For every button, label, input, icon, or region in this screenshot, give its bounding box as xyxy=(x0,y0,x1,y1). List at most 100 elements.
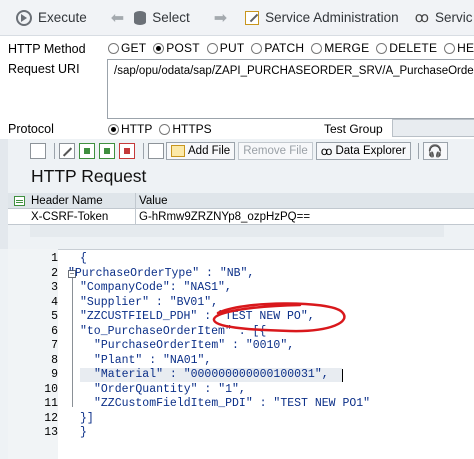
data-explorer-button[interactable]: ꝏ Data Explorer xyxy=(315,142,411,160)
radio-icon xyxy=(311,42,323,54)
http-method-label: HTTP Method xyxy=(8,42,86,56)
upload-icon[interactable] xyxy=(148,143,164,159)
radio-icon xyxy=(206,42,218,54)
line-number: 12 xyxy=(44,411,58,425)
line-number: 2 xyxy=(51,266,58,280)
protocol-radio-https[interactable]: HTTPS xyxy=(159,122,212,136)
remove-file-label: Remove File xyxy=(243,145,308,157)
radio-selected-icon xyxy=(153,42,165,54)
request-uri-field[interactable]: /sap/opu/odata/sap/ZAPI_PURCHASEORDER_SR… xyxy=(107,59,474,119)
table-settings-icon xyxy=(14,195,25,206)
table-row[interactable]: X-CSRF-Token G-hRmw9ZRZNYp8_ozpHzPQ== xyxy=(8,208,474,225)
radio-selected-icon xyxy=(108,123,119,135)
method-label: GET xyxy=(121,41,147,55)
headset-icon: 🎧 xyxy=(427,144,443,158)
radio-icon xyxy=(444,42,456,54)
code-line[interactable]: "Supplier" : "BV01", xyxy=(80,296,474,310)
test-group-field[interactable] xyxy=(392,119,474,137)
back-button[interactable]: ⬅ xyxy=(107,4,128,32)
table-empty-area xyxy=(30,225,444,237)
method-radio-post[interactable]: POST xyxy=(153,41,200,55)
code-line[interactable]: "Material" : "000000000000100031", xyxy=(94,368,474,382)
data-explorer-label: Data Explorer xyxy=(335,145,406,157)
code-line[interactable]: "CompanyCode": "NAS1", xyxy=(80,281,474,295)
find-icon[interactable] xyxy=(30,143,46,159)
method-label: POST xyxy=(166,41,200,55)
http-request-title: HTTP Request xyxy=(31,166,147,186)
http-method-radio-group: GET POST PUT PATCH MERGE DELETE HEAD xyxy=(108,41,474,55)
glasses-icon: ꝏ xyxy=(320,146,333,158)
protocol-label-https: HTTPS xyxy=(172,122,212,136)
method-radio-head[interactable]: HEAD xyxy=(444,41,474,55)
execute-label: Execute xyxy=(38,10,87,25)
line-number: 5 xyxy=(51,310,58,323)
edit-icon[interactable] xyxy=(59,143,75,159)
radio-icon xyxy=(376,42,388,54)
panel-side-strip xyxy=(0,139,8,249)
radio-icon xyxy=(108,42,119,54)
table-header-row: Header Name Value xyxy=(8,192,474,209)
glasses-icon: ꝏ xyxy=(414,9,429,25)
code-line[interactable]: "OrderQuantity" : "1", xyxy=(94,383,474,397)
protocol-label: Protocol xyxy=(8,122,54,136)
request-button-bar: Add File Remove File ꝏ Data Explorer 🎧 xyxy=(30,141,474,161)
line-number: 13 xyxy=(44,426,58,439)
column-header-value[interactable]: Value xyxy=(136,193,436,209)
code-line[interactable]: "PurchaseOrderItem" : "0010", xyxy=(94,339,474,353)
insert-row-icon[interactable] xyxy=(79,143,95,159)
method-radio-merge[interactable]: MERGE xyxy=(311,41,369,55)
service-label: Servic xyxy=(434,10,473,25)
select-label: Select xyxy=(152,10,190,25)
column-header-name[interactable]: Header Name xyxy=(28,192,136,209)
test-group-label: Test Group xyxy=(324,122,383,136)
add-file-label: Add File xyxy=(188,145,231,157)
header-value-cell[interactable]: G-hRmw9ZRZNYp8_ozpHzPQ== xyxy=(136,209,436,225)
method-label: DELETE xyxy=(389,41,438,55)
separator xyxy=(417,143,419,159)
code-line[interactable]: "ZZCUSTFIELD_PDH" : "TEST NEW PO", xyxy=(80,310,474,324)
method-radio-delete[interactable]: DELETE xyxy=(376,41,437,55)
method-radio-patch[interactable]: PATCH xyxy=(251,41,304,55)
add-file-button[interactable]: Add File xyxy=(166,142,236,160)
select-all-cell[interactable] xyxy=(8,195,28,206)
line-number: 7 xyxy=(51,339,58,352)
code-line[interactable]: "ZZCustomFieldItem_PDI" : "TEST NEW PO1" xyxy=(94,397,474,411)
line-number: 8 xyxy=(51,353,58,367)
code-line[interactable]: { xyxy=(80,252,474,266)
method-radio-get[interactable]: GET xyxy=(108,41,146,55)
request-header-table: Header Name Value X-CSRF-Token G-hRmw9ZR… xyxy=(8,192,474,225)
method-label: PUT xyxy=(219,41,245,55)
separator xyxy=(143,143,144,159)
method-radio-put[interactable]: PUT xyxy=(206,41,245,55)
header-name-cell[interactable]: X-CSRF-Token xyxy=(28,208,136,225)
service-button[interactable]: ꝏ Servic xyxy=(409,4,474,32)
text-cursor xyxy=(342,369,343,382)
remove-file-button[interactable]: Remove File xyxy=(238,142,313,160)
service-administration-label: Service Administration xyxy=(265,10,399,25)
code-line[interactable]: }] xyxy=(80,412,474,426)
code-line[interactable]: "to_PurchaseOrderItem" : [{ xyxy=(80,325,474,339)
line-number: 10 xyxy=(44,382,58,396)
append-row-icon[interactable] xyxy=(99,143,115,159)
protocol-label-http: HTTP xyxy=(121,122,153,136)
method-label: PATCH xyxy=(264,41,305,55)
code-line[interactable]: "PurchaseOrderType" : "NB", xyxy=(68,267,474,281)
select-button[interactable]: Select xyxy=(128,4,196,32)
code-line[interactable]: "Plant" : "NA01", xyxy=(94,354,474,368)
execute-button[interactable]: Execute xyxy=(10,4,93,32)
protocol-radio-group: HTTP HTTPS xyxy=(108,122,219,136)
radio-icon xyxy=(251,42,263,54)
line-number: 9 xyxy=(51,368,58,381)
radio-icon xyxy=(159,123,171,135)
line-number: 1 xyxy=(51,252,58,265)
line-number: 11 xyxy=(44,397,58,410)
forward-button[interactable]: ➡ xyxy=(210,4,231,32)
service-administration-button[interactable]: Service Administration xyxy=(239,4,405,32)
method-label: MERGE xyxy=(324,41,370,55)
protocol-radio-http[interactable]: HTTP xyxy=(108,122,152,136)
headset-button[interactable]: 🎧 xyxy=(422,142,448,160)
delete-row-icon[interactable] xyxy=(119,143,135,159)
arrow-right-icon: ➡ xyxy=(213,9,228,27)
code-line[interactable]: } xyxy=(80,426,474,440)
method-label: HEAD xyxy=(457,41,474,55)
